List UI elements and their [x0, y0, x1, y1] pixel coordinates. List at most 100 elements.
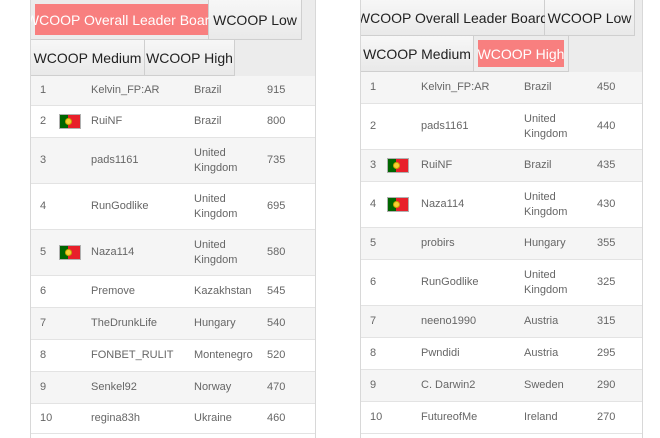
flag-cell [387, 338, 409, 369]
flag-cell [59, 230, 81, 275]
player-country: Ukraine [194, 412, 232, 424]
tab-bar: WCOOP Overall Leader Board WCOOP Low WCO… [31, 0, 315, 77]
player-score: 915 [267, 84, 286, 96]
player-score: 735 [267, 154, 286, 166]
table-row: 1 Kelvin_FP:AR Brazil 450 [361, 72, 642, 104]
flag-cell [387, 150, 409, 181]
player-country: United Kingdom [194, 192, 238, 220]
rank-cell: 7 [40, 317, 47, 329]
player-score: 450 [597, 81, 616, 93]
player-name: RunGodlike [91, 200, 149, 212]
rank-cell: 6 [370, 276, 377, 288]
tab-label: WCOOP Overall Leader Board [360, 9, 549, 26]
player-country: Ireland [524, 411, 558, 423]
player-country: United Kingdom [524, 268, 568, 296]
flag-cell [59, 184, 81, 229]
table-row: 4 RunGodlike United Kingdom 695 [31, 184, 315, 230]
tab-label: WCOOP Low [213, 11, 297, 28]
player-score: 435 [597, 159, 616, 171]
tab-wcoop-low[interactable]: WCOOP Low [545, 0, 635, 36]
player-name: RunGodlike [421, 276, 479, 288]
tab-wcoop-medium[interactable]: WCOOP Medium [31, 40, 145, 76]
flag-cell [387, 228, 409, 259]
player-country: Kazakhstan [194, 285, 252, 297]
portugal-flag-icon [387, 197, 409, 212]
player-country: United Kingdom [194, 238, 238, 266]
tab-wcoop-high[interactable]: WCOOP High [145, 40, 235, 76]
player-name: Kelvin_FP:AR [91, 84, 160, 96]
table-row: 9 C. Darwin2 Sweden 290 [361, 370, 642, 402]
flag-cell [59, 372, 81, 403]
tab-overall-leader-board[interactable]: WCOOP Overall Leader Board [360, 0, 549, 36]
table-row: 10 FutureofMe Ireland 270 [361, 402, 642, 434]
player-country: Brazil [194, 115, 222, 127]
player-name: Senkel92 [91, 381, 137, 393]
player-score: 440 [597, 120, 616, 132]
tab-label: WCOOP Medium [363, 45, 471, 62]
rank-cell: 8 [40, 349, 47, 361]
tab-wcoop-high[interactable]: WCOOP High [474, 36, 569, 72]
player-score: 290 [597, 379, 616, 391]
player-score: 430 [597, 198, 616, 210]
rank-cell: 4 [370, 198, 377, 210]
rank-cell: 1 [40, 84, 47, 96]
player-name: RuiNF [91, 115, 123, 127]
player-name: Kelvin_FP:AR [421, 81, 490, 93]
player-score: 540 [267, 317, 286, 329]
tab-overall-leader-board[interactable]: WCOOP Overall Leader Board [31, 0, 217, 40]
rank-cell: 3 [40, 154, 47, 166]
flag-cell [59, 308, 81, 339]
rank-cell: 5 [370, 237, 377, 249]
rank-cell: 10 [40, 412, 53, 424]
flag-cell [387, 370, 409, 401]
player-name: Naza114 [421, 198, 465, 210]
player-score: 295 [597, 347, 616, 359]
table-row: 10 regina83h Ukraine 460 [31, 404, 315, 434]
table-row: 7 TheDrunkLife Hungary 540 [31, 308, 315, 340]
tab-label: WCOOP High [146, 49, 233, 66]
player-score: 460 [267, 412, 286, 424]
table-row: 5 Naza114 United Kingdom 580 [31, 230, 315, 276]
player-country: Austria [524, 347, 559, 359]
player-name: Premove [91, 285, 136, 297]
table-row: 2 RuiNF Brazil 800 [31, 106, 315, 138]
player-country: Hungary [194, 317, 236, 329]
player-country: United Kingdom [524, 190, 568, 218]
player-score: 270 [597, 411, 616, 423]
table-row: 5 probirs Hungary 355 [361, 228, 642, 260]
tab-label: WCOOP High [478, 40, 564, 67]
player-name: RuiNF [421, 159, 453, 171]
flag-cell [59, 138, 81, 183]
flag-cell [387, 402, 409, 433]
rank-cell: 3 [370, 159, 377, 171]
player-name: pads1161 [91, 154, 139, 166]
tab-wcoop-low[interactable]: WCOOP Low [209, 0, 302, 40]
rank-cell: 8 [370, 347, 377, 359]
player-score: 580 [267, 246, 286, 258]
table-row: 1 Kelvin_FP:AR Brazil 915 [31, 76, 315, 106]
player-score: 800 [267, 115, 286, 127]
player-name: FutureofMe [421, 411, 478, 423]
player-score: 545 [267, 285, 286, 297]
tab-wcoop-medium[interactable]: WCOOP Medium [361, 36, 474, 72]
flag-cell [59, 106, 81, 137]
player-country: United Kingdom [524, 112, 568, 140]
rank-cell: 10 [370, 411, 383, 423]
flag-cell [59, 404, 81, 433]
rank-cell: 9 [40, 381, 47, 393]
flag-cell [387, 104, 409, 149]
player-country: Brazil [524, 159, 552, 171]
rank-cell: 2 [370, 120, 377, 132]
player-name: regina83h [91, 412, 140, 424]
player-country: Norway [194, 381, 232, 393]
player-country: United Kingdom [194, 146, 238, 174]
high-leaderboard-panel: WCOOP Overall Leader Board WCOOP Low WCO… [360, 0, 643, 438]
player-country: Montenegro [194, 349, 253, 361]
flag-cell [59, 276, 81, 307]
tab-label: WCOOP Overall Leader Board [31, 4, 217, 35]
player-name: FONBET_RULIT [91, 349, 174, 361]
player-country: Sweden [524, 379, 564, 391]
tab-bar: WCOOP Overall Leader Board WCOOP Low WCO… [361, 0, 642, 73]
table-row: 3 pads1161 United Kingdom 735 [31, 138, 315, 184]
player-country: Austria [524, 315, 559, 327]
